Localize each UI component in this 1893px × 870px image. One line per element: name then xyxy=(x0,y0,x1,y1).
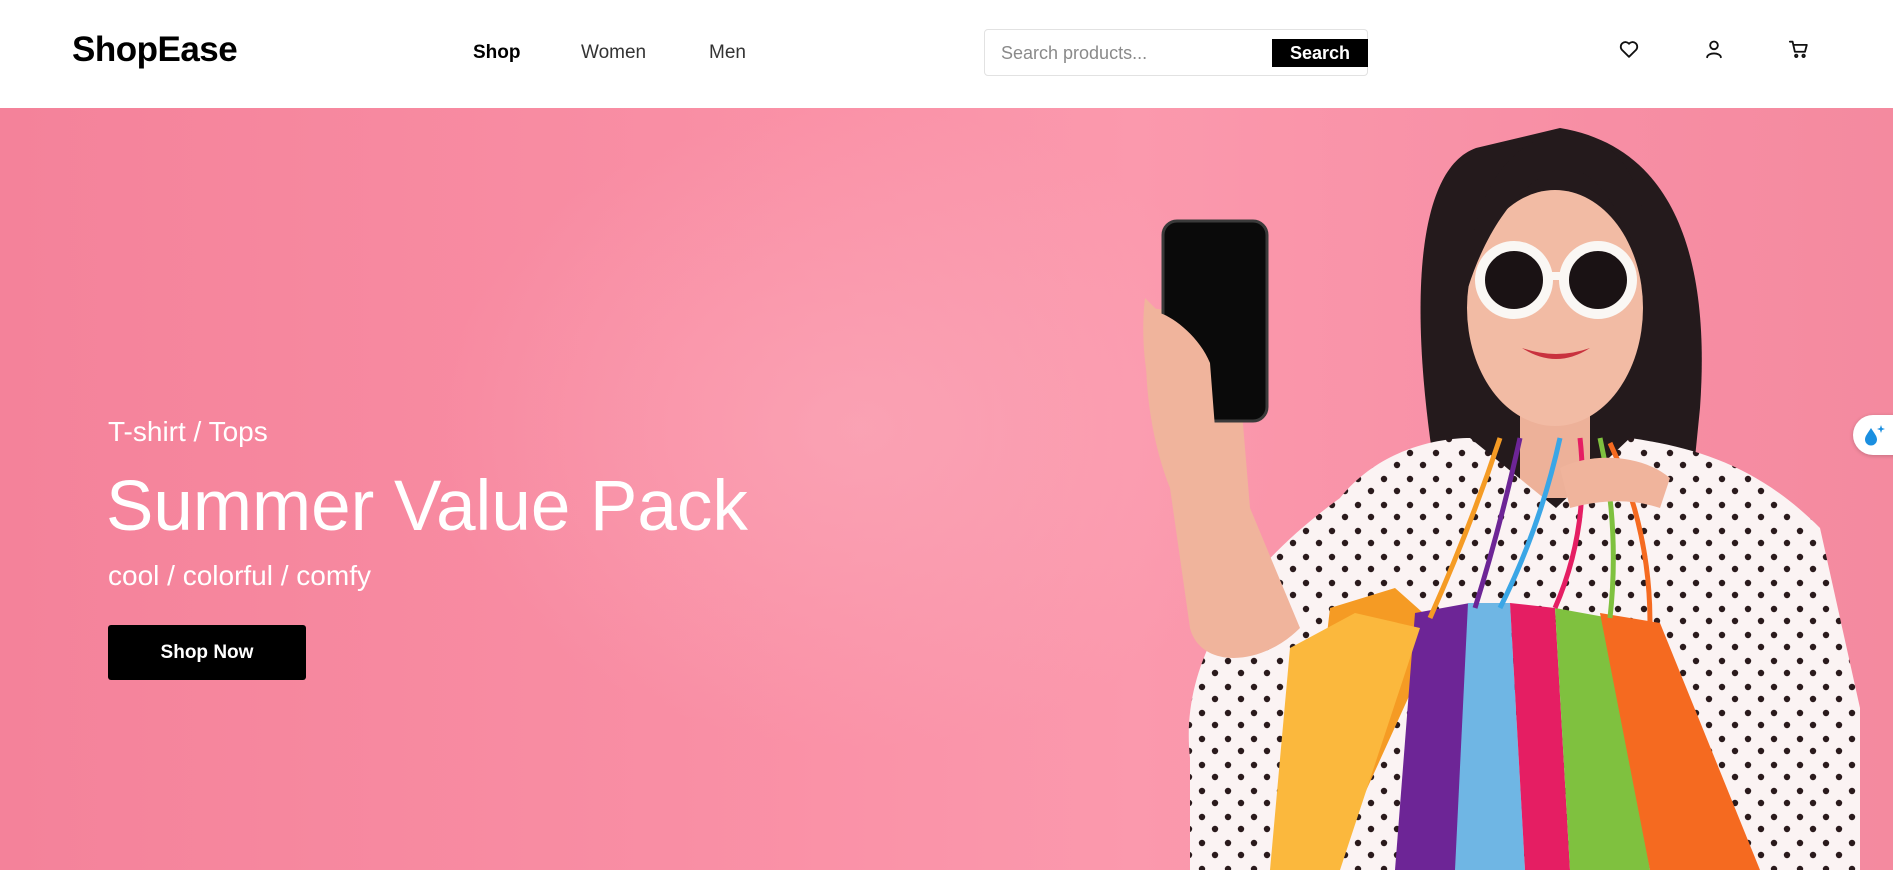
search-button[interactable]: Search xyxy=(1272,39,1368,67)
hero-category: T-shirt / Tops xyxy=(108,416,268,447)
sparkle-drop-icon xyxy=(1865,425,1885,446)
nav-men[interactable]: Men xyxy=(709,42,746,64)
nav-women[interactable]: Women xyxy=(581,42,646,64)
nav-shop[interactable]: Shop xyxy=(473,42,521,64)
site-header: ShopEase Shop Women Men Search xyxy=(0,0,1893,108)
hero-tagline: cool / colorful / comfy xyxy=(108,560,371,591)
hero-title: Summer Value Pack xyxy=(106,467,748,546)
site-logo[interactable]: ShopEase xyxy=(72,30,238,70)
hero-banner: T-shirt / Tops Summer Value Pack cool / … xyxy=(0,108,1893,870)
cart-icon[interactable] xyxy=(1788,38,1810,60)
search-bar: Search xyxy=(984,29,1368,76)
user-icon[interactable] xyxy=(1703,38,1725,60)
shop-now-button[interactable]: Shop Now xyxy=(108,625,306,680)
floating-assistant-widget[interactable] xyxy=(1853,415,1893,455)
heart-icon[interactable] xyxy=(1618,38,1640,60)
search-input[interactable] xyxy=(1001,40,1261,66)
